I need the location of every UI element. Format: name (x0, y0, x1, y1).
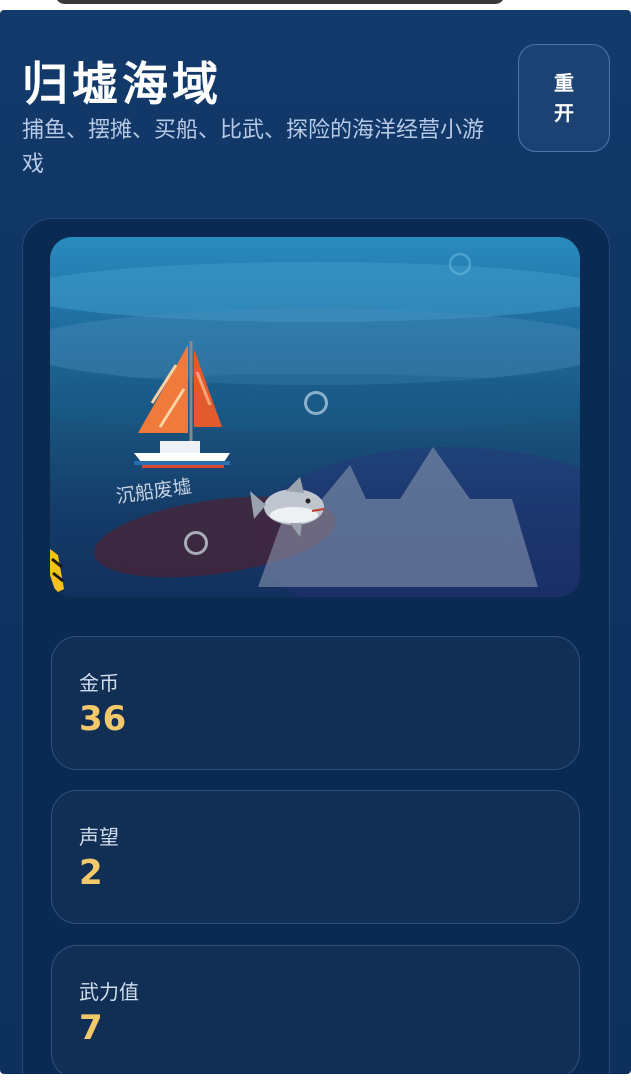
page-title: 归墟海域 (22, 57, 222, 111)
water-band (50, 374, 580, 430)
water-band (50, 309, 580, 385)
stat-value: 36 (79, 699, 127, 739)
stat-label: 武力值 (79, 980, 139, 1004)
device-notch (55, 0, 505, 4)
stat-label: 金币 (79, 671, 119, 695)
sea-scene-graphics (50, 252, 580, 597)
stat-card-gold: 金币 36 (51, 636, 580, 770)
bottom-bar (0, 1074, 631, 1080)
stat-card-reputation: 声望 2 (51, 790, 580, 924)
sea-scene[interactable]: 沉船废墟 (50, 237, 580, 597)
stat-value: 7 (79, 1008, 103, 1048)
page-subtitle: 捕鱼、摆摊、买船、比武、探险的海洋经营小游戏 (22, 118, 485, 177)
stat-label: 声望 (79, 825, 119, 849)
fish-icon[interactable] (50, 549, 64, 593)
stat-value: 2 (79, 853, 103, 893)
restart-button-label: 重开 (554, 71, 574, 125)
restart-button[interactable]: 重开 (518, 44, 610, 152)
stat-card-power: 武力值 7 (51, 945, 580, 1079)
